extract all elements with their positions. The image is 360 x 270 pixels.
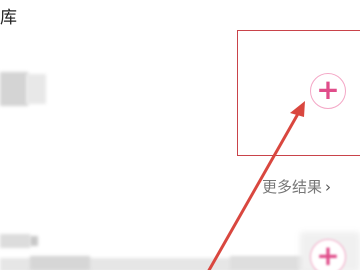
- annotation-arrow: [207, 101, 305, 270]
- screen: 库 + 更多结果 › +: [0, 0, 360, 270]
